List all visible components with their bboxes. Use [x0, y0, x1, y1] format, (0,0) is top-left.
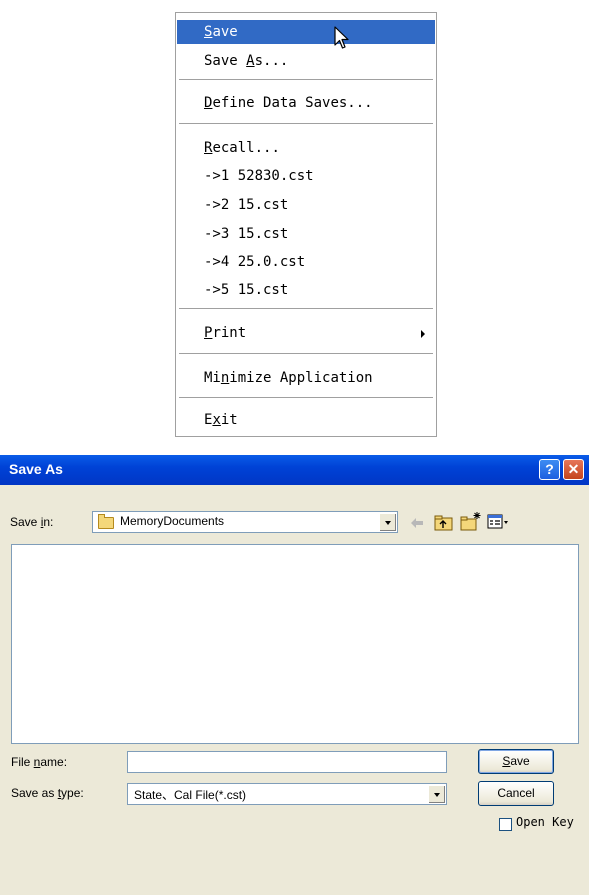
help-button[interactable]: ?: [539, 459, 560, 480]
file-name-input[interactable]: [127, 751, 447, 773]
menu-item-label: Exit: [204, 412, 238, 428]
save-as-type-label: Save as type:: [11, 786, 84, 800]
menu-separator: [179, 353, 433, 354]
file-list[interactable]: [11, 544, 579, 744]
save-button[interactable]: Save: [478, 749, 554, 774]
views-menu-icon[interactable]: [487, 513, 509, 531]
folder-icon: [98, 514, 114, 529]
save-as-dialog: Save As ? ✕ Save in: MemoryDocuments Fil…: [0, 455, 589, 895]
save-button-label: Save: [502, 754, 530, 768]
menu-item-label: Recall...: [204, 140, 280, 156]
back-arrow-icon[interactable]: [409, 516, 425, 530]
menu-item-label: ->5 15.cst: [204, 282, 289, 298]
menu-item-label: Save: [204, 24, 238, 40]
save-in-folder: MemoryDocuments: [120, 514, 225, 528]
dialog-title-bar[interactable]: Save As ? ✕: [0, 455, 589, 485]
menu-item-label: Define Data Saves...: [204, 95, 373, 111]
menu-separator: [179, 123, 433, 124]
menu-item-minimize-application[interactable]: Minimize Application: [177, 366, 435, 390]
menu-item-label: ->2 15.cst: [204, 197, 289, 213]
save-in-label: Save in:: [10, 515, 54, 529]
menu-item-exit[interactable]: Exit: [177, 408, 435, 432]
menu-item-save[interactable]: Save: [177, 20, 435, 44]
menu-item-label: ->4 25.0.cst: [204, 254, 306, 270]
cancel-button[interactable]: Cancel: [478, 781, 554, 806]
save-in-dropdown[interactable]: MemoryDocuments: [92, 511, 398, 533]
menu-item-recent-3[interactable]: ->3 15.cst: [177, 222, 435, 246]
menu-item-label: ->1 52830.cst: [204, 168, 314, 184]
menu-item-recent-4[interactable]: ->4 25.0.cst: [177, 250, 435, 274]
menu-item-label: Save As...: [204, 53, 289, 69]
menu-item-save-as[interactable]: Save As...: [177, 49, 435, 73]
dialog-title: Save As: [9, 461, 63, 477]
menu-item-label: Print: [204, 325, 247, 341]
menu-item-print[interactable]: Print: [177, 321, 435, 345]
close-button[interactable]: ✕: [563, 459, 584, 480]
file-name-label: File name:: [11, 755, 68, 769]
menu-separator: [179, 397, 433, 398]
up-folder-icon[interactable]: [434, 514, 454, 532]
help-icon: ?: [545, 461, 554, 477]
menu-item-recent-2[interactable]: ->2 15.cst: [177, 193, 435, 217]
menu-item-define-data-saves[interactable]: Define Data Saves...: [177, 91, 435, 115]
save-as-type-value: State、Cal File(*.cst): [134, 788, 247, 802]
new-folder-icon[interactable]: [460, 511, 482, 531]
menu-item-label: ->3 15.cst: [204, 226, 289, 242]
submenu-arrow-icon: [421, 330, 425, 338]
menu-item-label: Minimize Application: [204, 370, 373, 386]
close-icon: ✕: [567, 461, 580, 477]
menu-separator: [179, 308, 433, 309]
menu-item-recall[interactable]: Recall...: [177, 136, 435, 160]
menu-separator: [179, 79, 433, 80]
chevron-down-icon[interactable]: [428, 785, 445, 803]
file-menu: Save Save As... Define Data Saves... Rec…: [175, 12, 437, 437]
open-key-checkbox[interactable]: [499, 818, 512, 831]
mouse-pointer-icon: [334, 26, 349, 49]
menu-item-recent-5[interactable]: ->5 15.cst: [177, 278, 435, 302]
menu-item-recent-1[interactable]: ->1 52830.cst: [177, 164, 435, 188]
chevron-down-icon[interactable]: [379, 513, 396, 531]
save-as-type-dropdown[interactable]: State、Cal File(*.cst): [127, 783, 447, 805]
open-key-label: Open Key: [516, 815, 574, 829]
